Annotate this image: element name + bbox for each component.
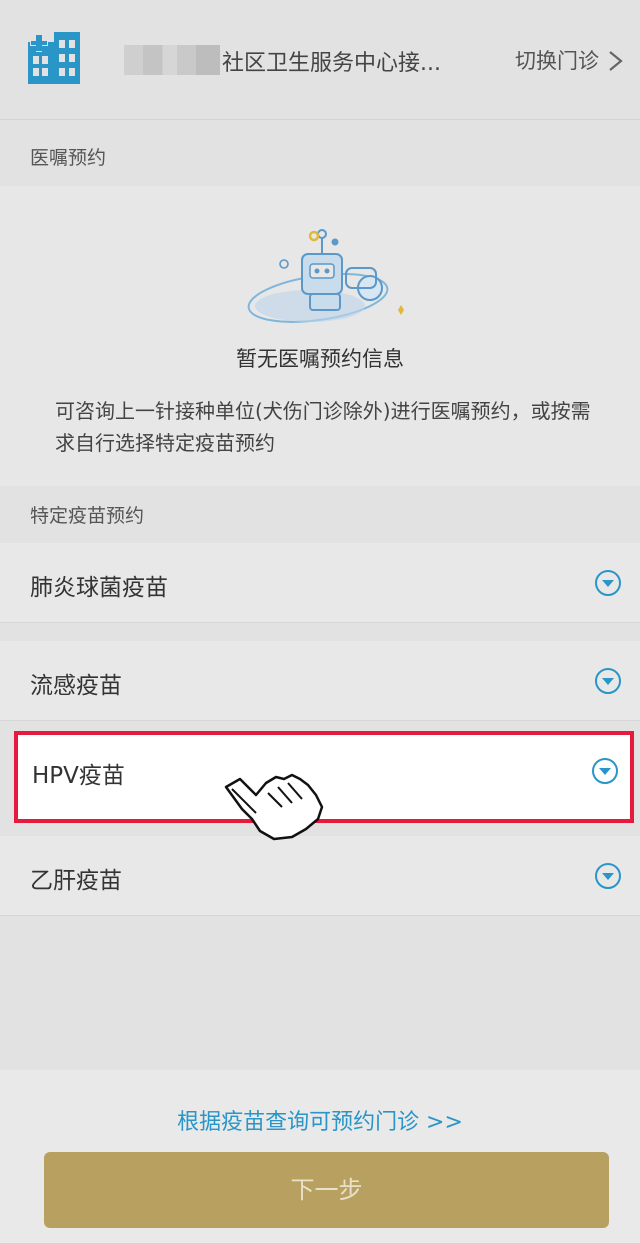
clinic-name: 社区卫生服务中心接... — [222, 51, 441, 76]
empty-order-description: 可咨询上一针接种单位(犬伤门诊除外)进行医嘱预约，或按需求自行选择特定疫苗预约 — [55, 399, 591, 455]
chevron-down-circle-icon[interactable] — [594, 862, 622, 890]
query-clinic-by-vaccine-link[interactable]: 根据疫苗查询可预约门诊 >> — [0, 1104, 640, 1136]
vaccine-item-flu[interactable]: 流感疫苗 — [0, 641, 640, 721]
vaccine-item-pneumococcal[interactable]: 肺炎球菌疫苗 — [0, 543, 640, 623]
vaccine-item-hepatitis-b[interactable]: 乙肝疫苗 — [0, 836, 640, 916]
clinic-name-blurred-prefix — [124, 45, 220, 75]
vaccine-item-label: 流感疫苗 — [30, 673, 122, 699]
chevron-down-circle-icon[interactable] — [594, 569, 622, 597]
hand-pointer-icon — [224, 773, 324, 841]
vaccine-item-label: 肺炎球菌疫苗 — [30, 575, 168, 601]
empty-order-title: 暂无医嘱预约信息 — [236, 347, 404, 371]
doctor-order-section-title: 医嘱预约 — [30, 147, 107, 169]
hospital-building-icon — [28, 32, 80, 84]
specific-vaccine-section-title: 特定疫苗预约 — [30, 505, 145, 527]
chevron-right-icon[interactable] — [606, 50, 626, 72]
next-step-button[interactable]: 下一步 — [44, 1152, 609, 1228]
vaccine-item-label: HPV疫苗 — [32, 763, 125, 789]
header-bar: 社区卫生服务中心接... 切换门诊 — [0, 0, 640, 120]
switch-clinic-link[interactable]: 切换门诊 — [515, 45, 599, 75]
vaccine-item-label: 乙肝疫苗 — [30, 868, 122, 894]
chevron-down-circle-icon[interactable] — [594, 667, 622, 695]
empty-robot-illustration — [247, 229, 404, 323]
chevron-down-circle-icon[interactable] — [591, 757, 619, 785]
